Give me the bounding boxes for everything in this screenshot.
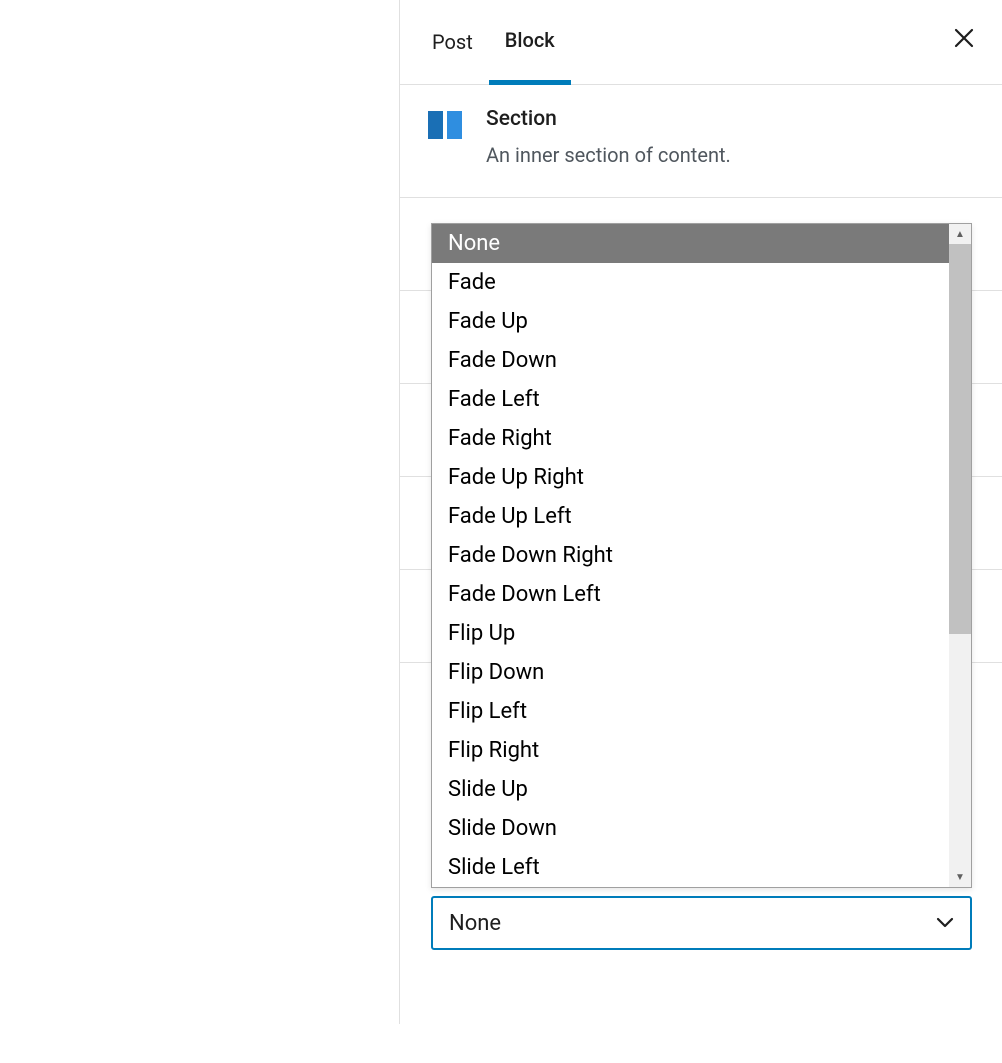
- block-description: An inner section of content.: [486, 141, 731, 169]
- listbox-option-fade-right[interactable]: Fade Right: [432, 419, 949, 458]
- listbox-options-container: None Fade Fade Up Fade Down Fade Left Fa…: [432, 224, 949, 887]
- scrollbar-thumb[interactable]: [949, 244, 971, 634]
- listbox-option-fade-left[interactable]: Fade Left: [432, 380, 949, 419]
- block-title: Section: [486, 107, 731, 131]
- listbox-option-slide-down[interactable]: Slide Down: [432, 809, 949, 848]
- scrollbar-down-arrow-icon[interactable]: ▼: [949, 867, 971, 887]
- panel-sections: None Fade Fade Up Fade Down Fade Left Fa…: [400, 197, 1002, 1063]
- listbox-option-slide-left[interactable]: Slide Left: [432, 848, 949, 887]
- block-header: Section An inner section of content.: [400, 85, 1002, 197]
- listbox-option-flip-down[interactable]: Flip Down: [432, 653, 949, 692]
- close-settings-button[interactable]: [952, 26, 976, 55]
- listbox-option-fade-down[interactable]: Fade Down: [432, 341, 949, 380]
- animation-select-value: None: [449, 911, 501, 936]
- listbox-option-flip-right[interactable]: Flip Right: [432, 731, 949, 770]
- animation-options-listbox[interactable]: None Fade Fade Up Fade Down Fade Left Fa…: [431, 223, 972, 888]
- tab-block[interactable]: Block: [489, 0, 571, 85]
- listbox-option-fade[interactable]: Fade: [432, 263, 949, 302]
- close-icon: [952, 27, 976, 57]
- listbox-option-fade-down-right[interactable]: Fade Down Right: [432, 536, 949, 575]
- scrollbar-up-arrow-icon[interactable]: ▲: [949, 224, 971, 244]
- settings-sidebar: Post Block Section An inner section of c…: [399, 0, 1002, 1024]
- settings-tabs: Post Block: [400, 0, 1002, 85]
- listbox-option-flip-left[interactable]: Flip Left: [432, 692, 949, 731]
- listbox-option-none[interactable]: None: [432, 224, 949, 263]
- tab-post[interactable]: Post: [416, 2, 489, 82]
- animation-select[interactable]: None: [431, 896, 972, 950]
- chevron-down-icon: [936, 914, 954, 933]
- block-header-text: Section An inner section of content.: [486, 107, 731, 169]
- listbox-option-flip-up[interactable]: Flip Up: [432, 614, 949, 653]
- listbox-option-fade-up-left[interactable]: Fade Up Left: [432, 497, 949, 536]
- listbox-scrollbar[interactable]: ▲ ▼: [949, 224, 971, 887]
- listbox-option-fade-up[interactable]: Fade Up: [432, 302, 949, 341]
- listbox-option-fade-down-left[interactable]: Fade Down Left: [432, 575, 949, 614]
- listbox-option-slide-up[interactable]: Slide Up: [432, 770, 949, 809]
- section-block-icon: [428, 111, 464, 143]
- listbox-option-fade-up-right[interactable]: Fade Up Right: [432, 458, 949, 497]
